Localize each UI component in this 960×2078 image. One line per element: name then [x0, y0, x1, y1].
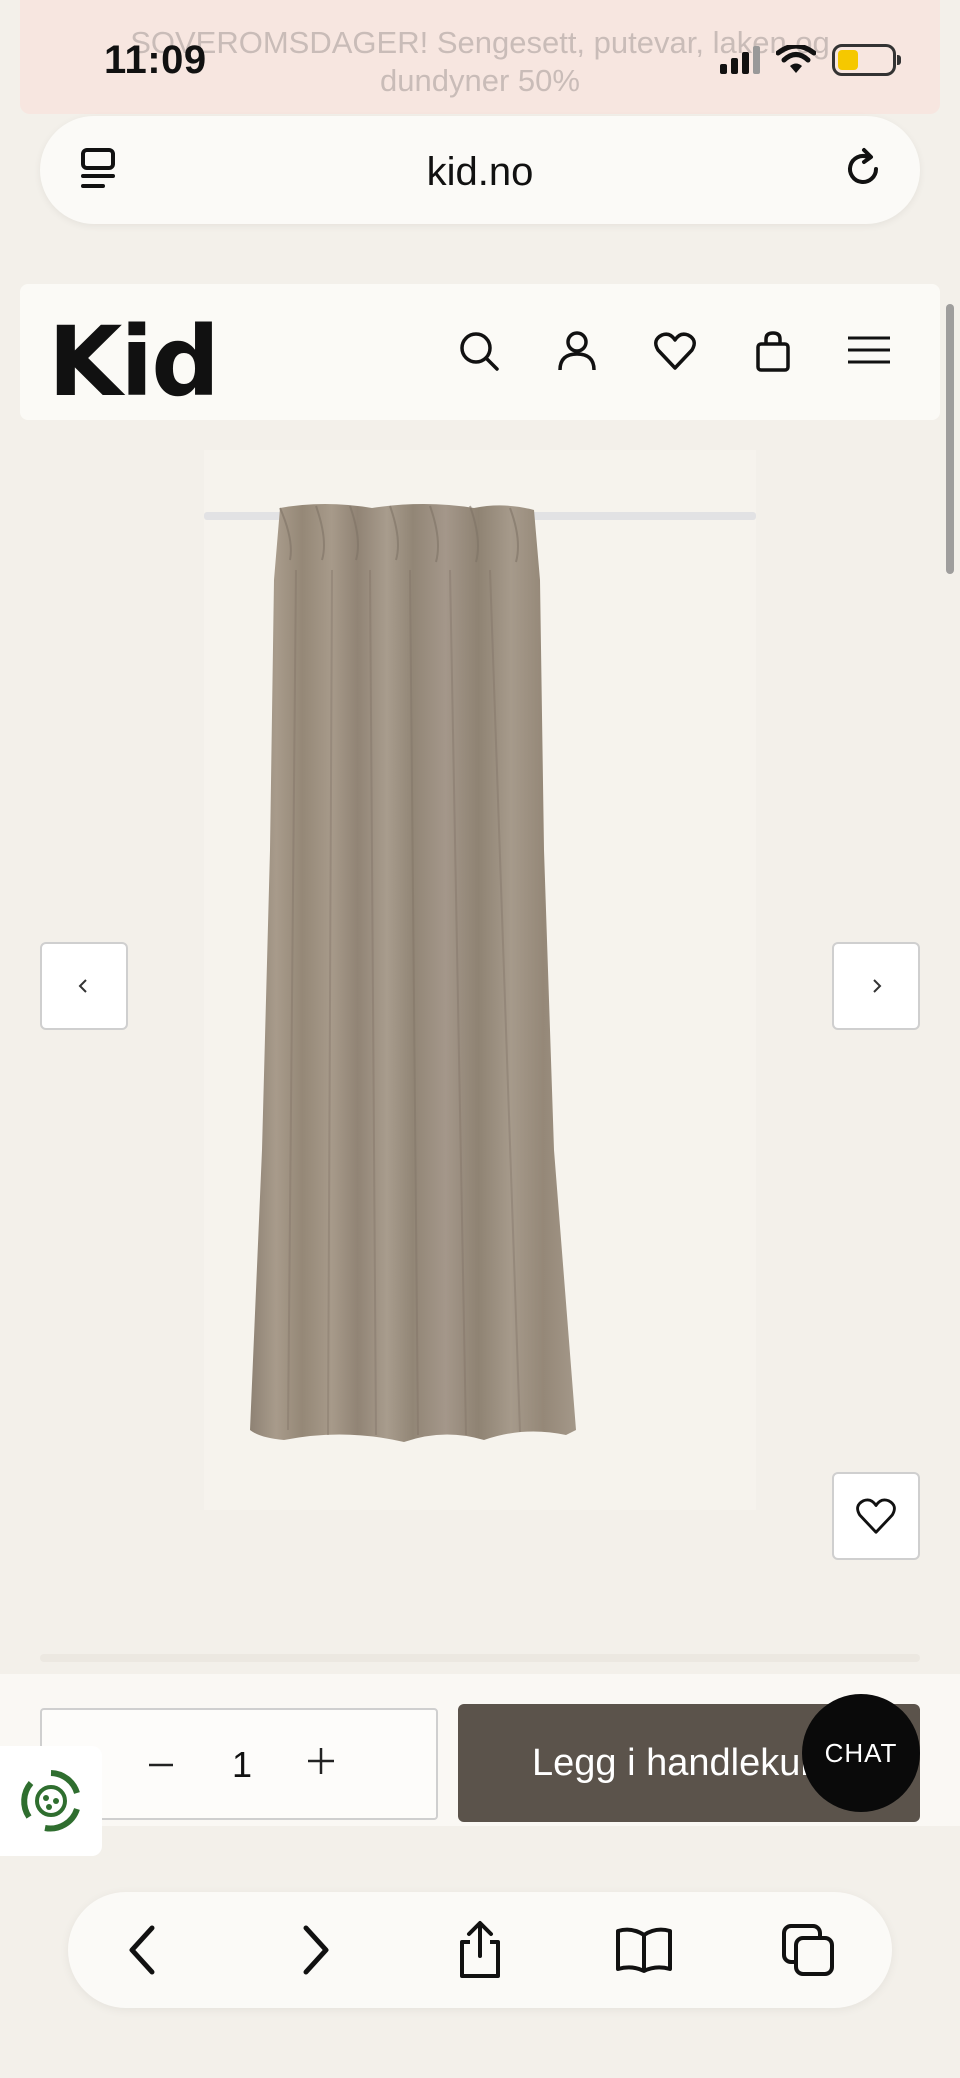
share-button[interactable] — [448, 1918, 512, 1982]
browser-toolbar — [68, 1892, 892, 2008]
tabs-button[interactable] — [776, 1918, 840, 1982]
chevron-right-icon — [873, 979, 882, 993]
page-scrollbar[interactable] — [946, 304, 954, 574]
increase-quantity-button[interactable] — [304, 1744, 338, 1778]
chat-button[interactable]: CHAT — [802, 1694, 920, 1812]
status-icons — [720, 44, 901, 76]
forward-button[interactable] — [282, 1918, 346, 1982]
reload-icon[interactable] — [840, 146, 886, 192]
bag-icon[interactable] — [750, 328, 796, 374]
address-bar[interactable]: kid.no — [40, 116, 920, 224]
wifi-icon — [776, 45, 816, 73]
site-logo[interactable]: Kid — [48, 306, 220, 418]
heart-icon[interactable] — [652, 328, 698, 374]
share-icon — [460, 1921, 500, 1978]
cellular-signal-icon — [720, 46, 760, 74]
decrease-quantity-button[interactable] — [146, 1750, 176, 1780]
curtain-illustration — [204, 504, 756, 1442]
search-icon[interactable] — [456, 328, 502, 374]
bookmarks-button[interactable] — [612, 1918, 676, 1982]
menu-icon[interactable] — [846, 328, 892, 374]
carousel-next-button[interactable] — [832, 942, 920, 1030]
site-header: Kid — [20, 284, 940, 420]
user-icon[interactable] — [554, 328, 600, 374]
add-to-wishlist-button[interactable] — [832, 1472, 920, 1560]
status-time: 11:09 — [104, 38, 207, 82]
carousel-prev-button[interactable] — [40, 942, 128, 1030]
quantity-value[interactable]: 1 — [232, 1744, 252, 1786]
recycle-icon — [21, 1770, 80, 1832]
chevron-right-icon — [303, 1925, 329, 1975]
chevron-left-icon — [129, 1925, 155, 1975]
battery-icon — [832, 44, 901, 76]
url-text[interactable]: kid.no — [40, 150, 920, 195]
back-button[interactable] — [112, 1918, 176, 1982]
product-image[interactable] — [204, 450, 756, 1510]
eco-badge[interactable] — [0, 1746, 102, 1856]
book-icon — [616, 1927, 672, 1973]
heart-icon — [856, 1498, 896, 1534]
tabs-icon — [782, 1924, 834, 1976]
section-divider — [40, 1654, 920, 1662]
chevron-left-icon — [78, 979, 87, 993]
